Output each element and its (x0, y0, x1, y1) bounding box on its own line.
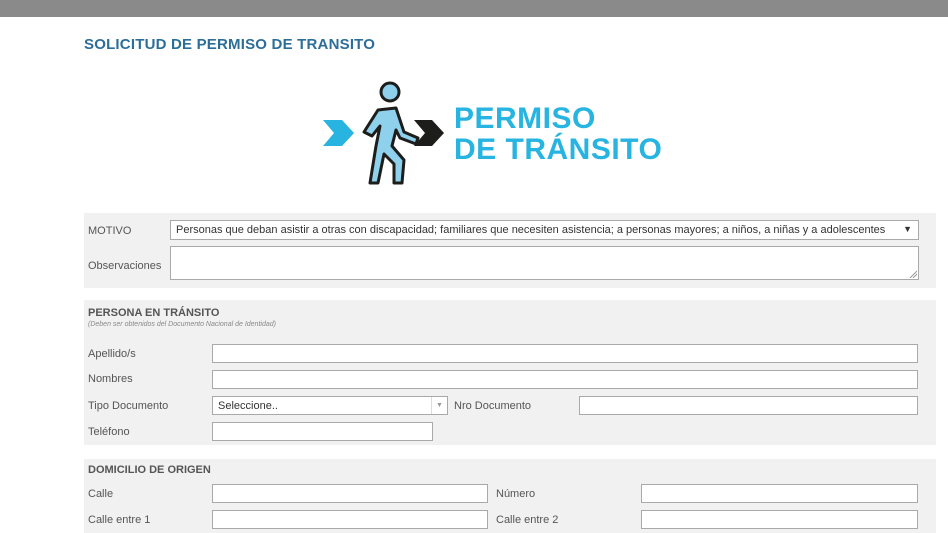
resize-grip-icon[interactable] (909, 270, 917, 278)
nombres-input[interactable] (212, 370, 918, 389)
telefono-label: Teléfono (88, 426, 130, 438)
observaciones-textarea[interactable] (170, 246, 919, 280)
persona-title: PERSONA EN TRÁNSITO (88, 307, 220, 319)
motivo-section: MOTIVO Personas que deban asistir a otra… (84, 213, 936, 288)
telefono-input[interactable] (212, 422, 433, 441)
calle-input[interactable] (212, 484, 488, 503)
apellidos-input[interactable] (212, 344, 918, 363)
logo-line2: DE TRÁNSITO (454, 133, 663, 166)
nro-documento-label: Nro Documento (454, 400, 532, 412)
dropdown-arrow-icon: ▼ (903, 224, 912, 234)
persona-section: PERSONA EN TRÁNSITO (Deben ser obtenidos… (84, 300, 936, 445)
walking-person-icon (323, 81, 444, 185)
logo-line1: PERMISO (454, 102, 596, 135)
observaciones-label: Observaciones (88, 260, 162, 272)
calle-label: Calle (88, 488, 114, 500)
page-title: SOLICITUD DE PERMISO DE TRANSITO (84, 36, 376, 53)
tipo-documento-value: Seleccione.. (218, 400, 278, 412)
tipo-documento-label: Tipo Documento (88, 400, 169, 412)
calle-entre2-input[interactable] (641, 510, 918, 529)
motivo-label: MOTIVO (88, 225, 132, 237)
numero-label: Número (496, 488, 536, 500)
top-bar (0, 0, 948, 17)
calle-entre1-input[interactable] (212, 510, 488, 529)
apellidos-label: Apellido/s (88, 348, 136, 360)
domicilio-title: DOMICILIO DE ORIGEN (88, 464, 211, 476)
calle-entre2-label: Calle entre 2 (496, 514, 559, 526)
nombres-label: Nombres (88, 373, 133, 385)
right-chevron-icon (414, 120, 444, 146)
left-chevron-icon (323, 120, 354, 146)
numero-input[interactable] (641, 484, 918, 503)
persona-subtitle: (Deben ser obtenidos del Documento Nacio… (88, 321, 276, 328)
motivo-selected-value: Personas que deban asistir a otras con d… (176, 224, 886, 236)
permiso-logo: PERMISO DE TRÁNSITO (318, 80, 678, 190)
dropdown-arrow-icon: ▼ (431, 397, 447, 414)
nro-documento-input[interactable] (579, 396, 918, 415)
domicilio-section: DOMICILIO DE ORIGEN Calle Número Calle e… (84, 459, 936, 533)
logo-text: PERMISO DE TRÁNSITO (454, 103, 662, 165)
motivo-select[interactable]: Personas que deban asistir a otras con d… (170, 220, 919, 240)
tipo-documento-select[interactable]: Seleccione.. ▼ (212, 396, 448, 415)
calle-entre1-label: Calle entre 1 (88, 514, 151, 526)
